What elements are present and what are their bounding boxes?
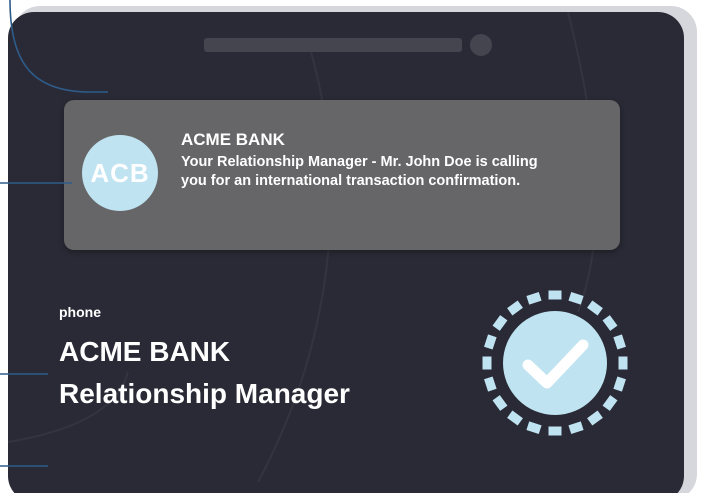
ring-dash: [568, 421, 584, 434]
ring-dash: [492, 315, 508, 331]
phone-speaker: [204, 38, 462, 52]
illustration-canvas: ACB ACME BANK Your Relationship Manager …: [0, 0, 701, 493]
ring-dash: [568, 292, 584, 305]
bank-avatar-icon: ACB: [82, 135, 158, 211]
ring-dash: [526, 292, 542, 305]
verified-badge-fill: [503, 311, 607, 415]
avatar-initials: ACB: [90, 157, 150, 188]
ring-dash: [613, 334, 626, 350]
verified-check-icon: [482, 290, 628, 436]
phone-screen: ACB ACME BANK Your Relationship Manager …: [8, 12, 684, 493]
ring-dash: [602, 315, 618, 331]
ring-dash: [507, 410, 523, 426]
ring-dash: [587, 410, 603, 426]
ring-dash: [484, 334, 497, 350]
notification-title: ACME BANK: [181, 130, 285, 149]
ring-dash: [618, 356, 628, 370]
ring-dash: [492, 395, 508, 411]
caller-source-label: phone: [59, 304, 101, 320]
ring-dash: [507, 300, 523, 316]
ring-dash: [613, 376, 626, 392]
ring-dash: [548, 426, 562, 436]
notification-message: Your Relationship Manager - Mr. John Doe…: [181, 154, 538, 189]
incoming-call-notification[interactable]: ACB ACME BANK Your Relationship Manager …: [64, 100, 620, 250]
ring-dash: [482, 356, 492, 370]
ring-dash: [602, 395, 618, 411]
ring-dash: [526, 421, 542, 434]
phone-camera: [470, 34, 492, 56]
ring-dash: [587, 300, 603, 316]
ring-dash: [548, 290, 562, 300]
ring-dash: [484, 376, 497, 392]
caller-title: Relationship Manager: [59, 378, 350, 409]
caller-name: ACME BANK: [59, 336, 231, 367]
